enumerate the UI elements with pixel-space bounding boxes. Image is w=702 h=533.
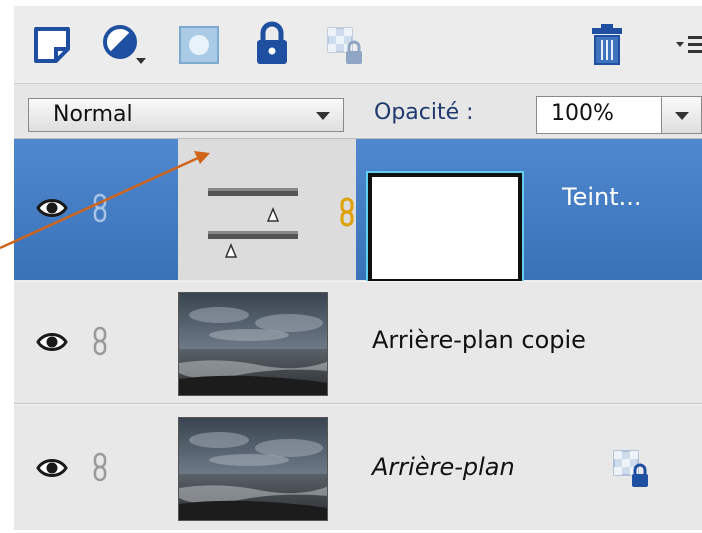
link-icon[interactable] (92, 193, 108, 223)
layer-row-hue-saturation[interactable]: Teint... (14, 139, 702, 285)
blend-mode-value: Normal (53, 102, 133, 127)
layer-thumbnail[interactable] (178, 417, 328, 521)
eye-icon[interactable] (36, 457, 68, 479)
new-layer-icon[interactable] (32, 25, 72, 65)
panel-menu-icon[interactable] (674, 30, 702, 60)
lock-all-icon[interactable] (254, 20, 290, 66)
blend-mode-select[interactable]: Normal (28, 98, 344, 132)
layer-mask-thumbnail[interactable] (366, 171, 524, 285)
chevron-down-icon (675, 112, 689, 120)
link-icon[interactable] (92, 326, 108, 356)
layers-panel: Normal Opacité : 100% Teint... Arrière-p… (14, 6, 702, 530)
mask-link-icon[interactable] (340, 197, 354, 227)
seascape-thumbnail-image (179, 418, 327, 520)
opacity-dropdown-button[interactable] (662, 96, 702, 134)
layer-row-background-copy[interactable]: Arrière-plan copie (14, 281, 702, 404)
layer-name[interactable]: Teint... (562, 183, 642, 211)
seascape-thumbnail-image (179, 293, 327, 395)
trash-icon[interactable] (590, 22, 624, 66)
eye-icon[interactable] (36, 331, 68, 353)
chevron-down-icon (316, 112, 330, 120)
eye-icon[interactable] (36, 197, 68, 219)
add-mask-icon[interactable] (178, 25, 220, 65)
layer-name[interactable]: Arrière-plan (372, 453, 515, 481)
adjustment-layer-icon[interactable] (100, 22, 150, 70)
adjustment-thumbnail[interactable] (178, 139, 356, 280)
sliders-icon (208, 188, 298, 258)
opacity-input[interactable]: 100% (536, 96, 662, 134)
opacity-label: Opacité : (374, 100, 474, 125)
layer-name[interactable]: Arrière-plan copie (372, 326, 586, 354)
lock-transparency-icon[interactable] (326, 26, 366, 66)
layers-toolbar (14, 6, 702, 84)
layer-row-background[interactable]: Arrière-plan (14, 404, 702, 530)
link-icon[interactable] (92, 452, 108, 482)
layer-options-bar: Normal Opacité : 100% (14, 84, 702, 140)
layer-thumbnail[interactable] (178, 292, 328, 396)
transparency-lock-icon (613, 450, 648, 487)
